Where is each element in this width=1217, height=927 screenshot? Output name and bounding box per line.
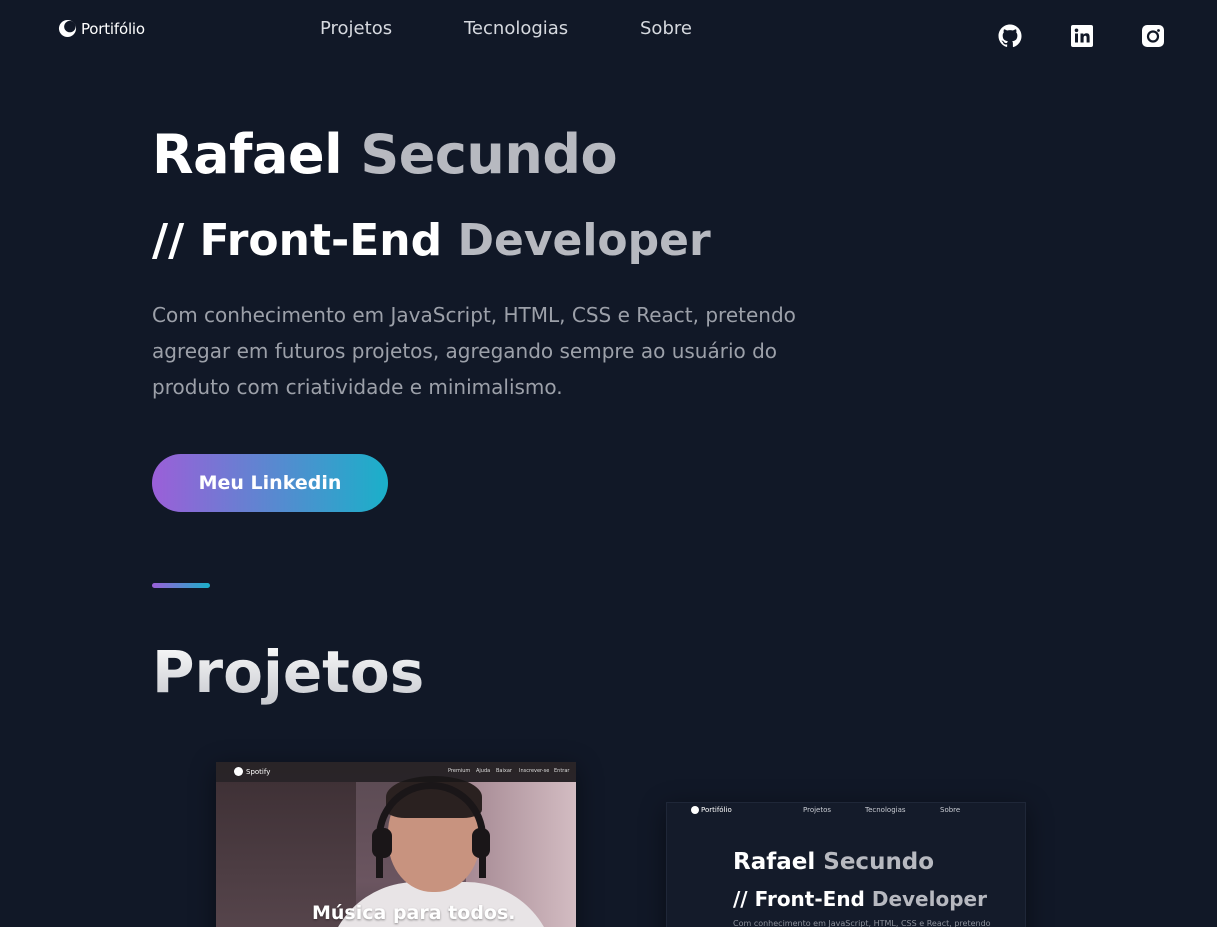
portfolio-preview-role-prefix: // Front-End bbox=[733, 887, 865, 911]
hero-role-suffix: Developer bbox=[457, 215, 711, 266]
portfolio-preview-role-suffix: Developer bbox=[871, 887, 987, 911]
portfolio-preview-logo-icon bbox=[691, 806, 699, 814]
portfolio-preview-description: Com conhecimento em JavaScript, HTML, CS… bbox=[733, 919, 991, 927]
portfolio-preview-name: Rafael Secundo bbox=[733, 849, 934, 875]
headphone-right-cup bbox=[472, 828, 490, 858]
spotify-menu-ajuda: Ajuda bbox=[476, 768, 491, 774]
portfolio-preview-name-last: Secundo bbox=[823, 849, 935, 875]
linkedin-icon[interactable] bbox=[1070, 24, 1094, 48]
portfolio-preview-nav-sobre: Sobre bbox=[940, 806, 961, 814]
hero-name-first: Rafael bbox=[152, 123, 343, 186]
project-card-spotify[interactable]: Spotify Premium Ajuda Baixar Inscrever-s… bbox=[216, 762, 576, 927]
spotify-navbar: Spotify Premium Ajuda Baixar Inscrever-s… bbox=[216, 762, 576, 782]
hero-name-last: Secundo bbox=[360, 123, 618, 186]
instagram-icon[interactable] bbox=[1141, 24, 1165, 48]
portfolio-preview-role: // Front-End Developer bbox=[733, 887, 987, 911]
spotify-headline: Música para todos. bbox=[312, 902, 516, 924]
section-divider bbox=[152, 583, 210, 588]
headphone-left-cup bbox=[372, 828, 392, 858]
spotify-menu-entrar: Entrar bbox=[554, 768, 570, 774]
hero-role: // Front-End Developer bbox=[152, 212, 711, 270]
github-icon[interactable] bbox=[998, 24, 1022, 48]
portfolio-preview-nav-projetos: Projetos bbox=[803, 806, 832, 814]
project-card-portfolio[interactable]: Portifólio Projetos Tecnologias Sobre Ra… bbox=[666, 802, 1026, 927]
hero-description: Com conhecimento em JavaScript, HTML, CS… bbox=[152, 303, 796, 399]
linkedin-cta-button[interactable]: Meu Linkedin bbox=[152, 454, 388, 512]
nav-link-tecnologias[interactable]: Tecnologias bbox=[464, 18, 568, 39]
spotify-menu-baixar: Baixar bbox=[496, 768, 512, 774]
nav-link-projetos[interactable]: Projetos bbox=[320, 18, 392, 39]
spotify-icon bbox=[234, 767, 243, 776]
portfolio-preview-name-first: Rafael bbox=[733, 849, 816, 875]
portfolio-preview-logo: Portifólio bbox=[691, 806, 732, 814]
hero-name: Rafael Secundo bbox=[152, 122, 618, 188]
hero-role-prefix: // Front-End bbox=[152, 215, 443, 266]
projects-title: Projetos bbox=[152, 638, 425, 706]
spotify-menu-premium: Premium bbox=[448, 768, 471, 774]
spotify-menu-inscrever: Inscrever-se bbox=[519, 768, 550, 774]
spotify-brand: Spotify bbox=[246, 767, 271, 776]
main-nav: Projetos Tecnologias Sobre bbox=[0, 18, 1217, 42]
portfolio-preview-logo-text: Portifólio bbox=[701, 806, 732, 814]
portfolio-preview-nav-tecnologias: Tecnologias bbox=[865, 806, 906, 814]
spotify-logo: Spotify bbox=[234, 767, 270, 776]
nav-link-sobre[interactable]: Sobre bbox=[640, 18, 692, 39]
